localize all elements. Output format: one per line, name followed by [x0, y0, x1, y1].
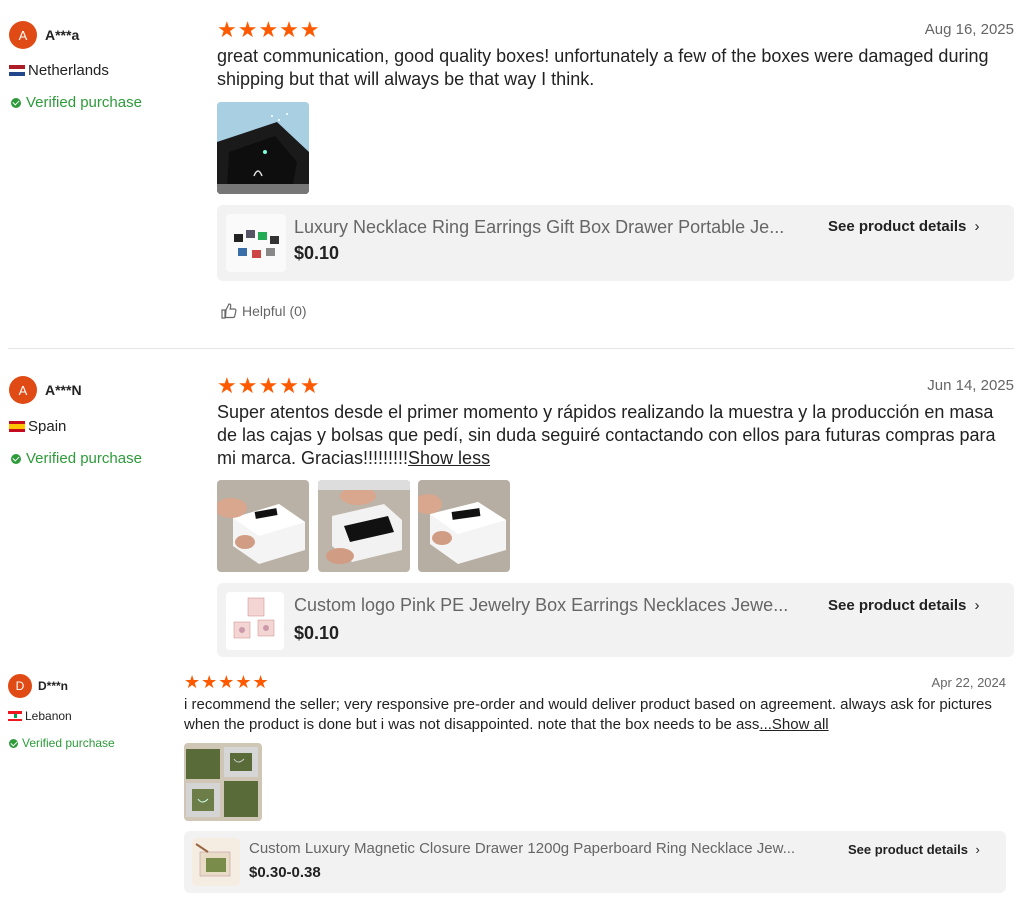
chevron-right-icon: › — [975, 842, 980, 857]
review-date: Aug 16, 2025 — [924, 21, 1014, 38]
white-box-photo — [217, 480, 309, 572]
thumbs-up-icon — [221, 303, 237, 319]
reviewer-name: A***a — [45, 27, 80, 43]
product-title[interactable]: Luxury Necklace Ring Earrings Gift Box D… — [294, 217, 784, 238]
country-name: Lebanon — [25, 709, 72, 723]
review-divider — [8, 348, 1014, 349]
chevron-right-icon: › — [974, 218, 980, 235]
check-icon — [11, 453, 21, 464]
verified-label: Verified purchase — [26, 94, 142, 111]
magnetic-drawer-box-product-image — [192, 838, 240, 886]
star-rating: ★★★★★ — [184, 672, 270, 692]
avatar: A — [9, 21, 37, 49]
product-title[interactable]: Custom logo Pink PE Jewelry Box Earrings… — [294, 595, 788, 616]
green-box-photo — [184, 743, 262, 821]
product-price: $0.10 — [294, 623, 340, 643]
see-product-details-label: See product details — [828, 597, 967, 614]
review-text: great communication, good quality boxes!… — [217, 46, 989, 89]
product-title[interactable]: Custom Luxury Magnetic Closure Drawer 12… — [249, 840, 795, 857]
show-all-link[interactable]: ...Show all — [759, 716, 828, 733]
product-thumbnail — [226, 214, 286, 272]
verified-purchase-badge: Verified purchase — [9, 736, 115, 750]
product-card[interactable]: Custom Luxury Magnetic Closure Drawer 12… — [184, 831, 1006, 893]
avatar: D — [8, 674, 32, 698]
check-icon — [11, 97, 21, 108]
reviewer-country: Netherlands — [9, 62, 109, 79]
check-icon — [9, 738, 18, 748]
review-date: Jun 14, 2025 — [927, 377, 1014, 394]
netherlands-flag-icon — [9, 65, 25, 76]
review-photo[interactable] — [217, 102, 309, 194]
helpful-button[interactable]: Helpful (0) — [220, 302, 307, 320]
reviewer-country: Lebanon — [8, 709, 72, 723]
product-card[interactable]: Custom logo Pink PE Jewelry Box Earrings… — [217, 583, 1014, 657]
reviewer-country: Spain — [9, 418, 66, 435]
country-name: Netherlands — [28, 62, 109, 79]
review-text-body: Super atentos desde el primer momento y … — [217, 402, 996, 468]
product-price: $0.30-0.38 — [249, 864, 321, 881]
helpful-label: Helpful (0) — [242, 303, 307, 319]
pink-jewelry-box-product-image — [226, 592, 284, 650]
reviewer-name: D***n — [38, 679, 69, 693]
product-price: $0.10 — [294, 243, 340, 263]
review-text-body: i recommend the seller; very responsive … — [184, 696, 992, 733]
see-product-details-link[interactable]: See product details › — [828, 597, 980, 614]
gift-box-product-image — [226, 214, 286, 272]
review-date: Apr 22, 2024 — [931, 675, 1006, 690]
see-product-details-label: See product details — [848, 842, 968, 857]
verified-purchase-badge: Verified purchase — [11, 94, 142, 111]
see-product-details-label: See product details — [828, 218, 967, 235]
see-product-details-link[interactable]: See product details › — [848, 842, 980, 857]
product-thumbnail — [226, 592, 284, 650]
white-box-photo — [418, 480, 510, 572]
review-photo[interactable] — [318, 480, 410, 572]
star-rating: ★★★★★ — [217, 373, 321, 398]
reviewer-name: A***N — [45, 382, 82, 398]
review-text: i recommend the seller; very responsive … — [184, 695, 1010, 735]
verified-label: Verified purchase — [26, 450, 142, 467]
product-card[interactable]: Luxury Necklace Ring Earrings Gift Box D… — [217, 205, 1014, 281]
star-rating: ★★★★★ — [217, 17, 321, 42]
review-photo[interactable] — [184, 743, 262, 821]
lebanon-flag-icon — [8, 711, 22, 721]
verified-label: Verified purchase — [22, 736, 115, 750]
review-text: Super atentos desde el primer momento y … — [217, 401, 1007, 470]
review-photo[interactable] — [418, 480, 510, 572]
show-less-link[interactable]: Show less — [408, 448, 490, 468]
spain-flag-icon — [9, 421, 25, 432]
verified-purchase-badge: Verified purchase — [11, 450, 142, 467]
jewelry-box-photo — [217, 102, 309, 194]
avatar: A — [9, 376, 37, 404]
country-name: Spain — [28, 418, 67, 435]
product-thumbnail — [192, 838, 240, 886]
chevron-right-icon: › — [974, 597, 980, 614]
review-photo[interactable] — [217, 480, 309, 572]
see-product-details-link[interactable]: See product details › — [828, 218, 980, 235]
open-box-photo — [318, 480, 410, 572]
